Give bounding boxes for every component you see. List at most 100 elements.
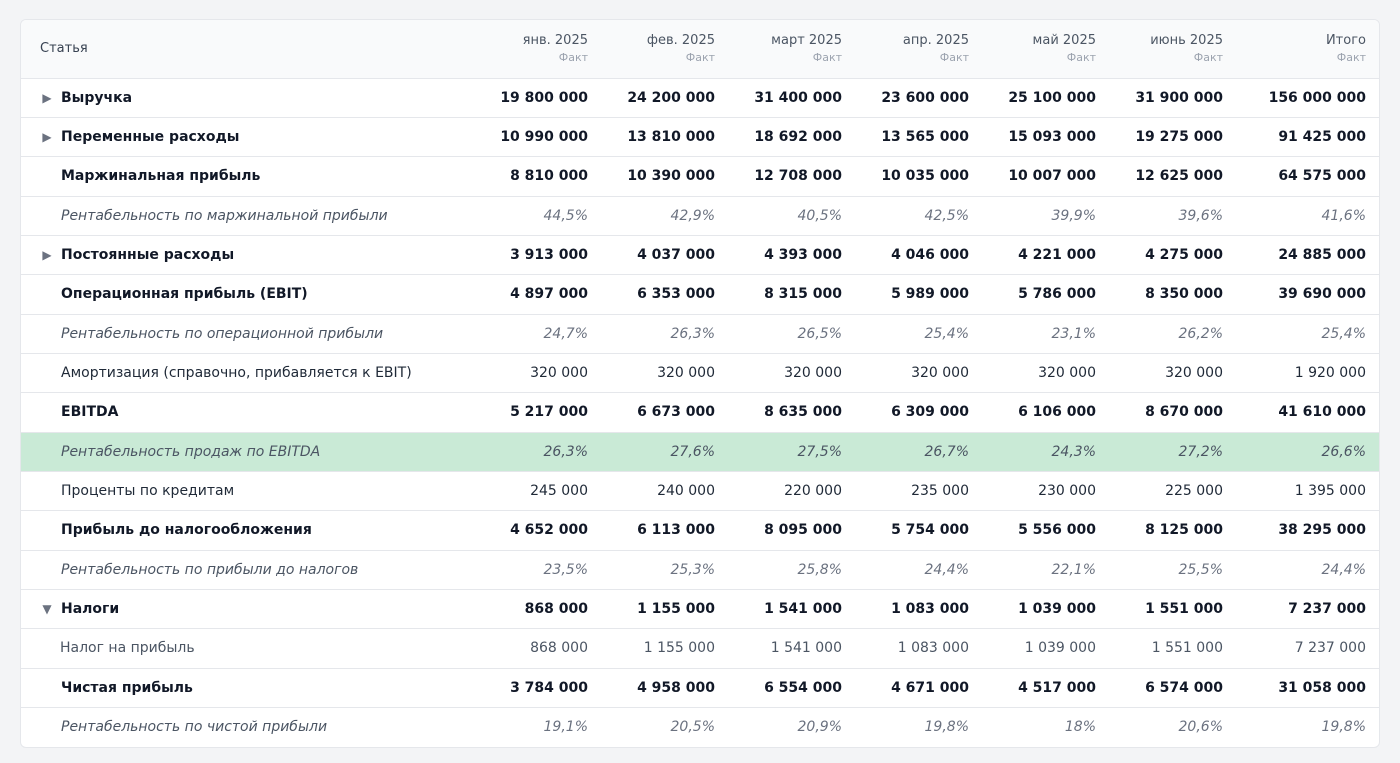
fact-label: Факт [812,50,842,64]
table-cell: 1 551 000 [1151,640,1223,657]
table-cell: 4 652 000 [510,522,588,539]
table-cell: 31 400 000 [754,89,842,106]
row-label-text: Переменные расходы [61,129,240,146]
table-cell: 5 556 000 [1018,522,1096,539]
table-cell: 4 897 000 [510,286,588,303]
table-row-revenue[interactable]: ▶ Выручка 19 800 000 24 200 000 31 400 00… [21,78,1379,118]
column-header-total[interactable]: Итого Факт [1238,20,1379,78]
row-label: ▼ Налоги [21,589,476,628]
table-cell: 19,1% [543,719,588,736]
fact-label: Факт [1193,50,1223,64]
table-cell: 25,8% [797,561,842,578]
table-cell-total: 26,6% [1321,443,1366,460]
table-row-depreciation: Амортизация (справочно, прибавляется к E… [21,353,1379,393]
row-label: Операционная прибыль (EBIT) [61,286,308,303]
month-label: июнь 2025 [1150,32,1223,48]
column-header-jan[interactable]: янв. 2025 Факт [476,20,603,78]
row-label: Рентабельность по чистой прибыли [61,719,328,736]
table-row-pretax-margin: Рентабельность по прибыли до налогов 23,… [21,550,1379,590]
month-label: янв. 2025 [522,32,588,48]
table-cell: 27,6% [670,443,715,460]
table-cell: 23 600 000 [881,89,969,106]
table-cell: 1 083 000 [891,601,969,618]
fact-label: Факт [1336,50,1366,64]
pnl-table: Статья янв. 2025 Факт фев. 2025 Факт март … [21,20,1379,747]
table-cell: 24,4% [924,561,969,578]
table-cell: 25,4% [924,325,969,342]
collapse-icon[interactable]: ▼ [41,602,53,616]
table-cell: 18% [1064,719,1096,736]
column-header-jun[interactable]: июнь 2025 Факт [1111,20,1238,78]
table-cell: 8 315 000 [764,286,842,303]
table-cell-total: 25,4% [1321,325,1366,342]
table-cell: 12 625 000 [1135,168,1223,185]
table-cell: 225 000 [1165,483,1223,500]
table-cell: 24 200 000 [627,89,715,106]
table-cell: 3 913 000 [510,247,588,264]
table-cell: 235 000 [911,483,969,500]
table-cell: 245 000 [530,483,588,500]
row-label-text: Выручка [61,89,133,106]
table-cell: 19 275 000 [1135,129,1223,146]
table-row-variable-costs[interactable]: ▶ Переменные расходы 10 990 000 13 810 00… [21,117,1379,157]
table-cell: 26,2% [1178,325,1223,342]
expand-icon[interactable]: ▶ [41,248,53,262]
table-row-ebitda-margin[interactable]: Рентабельность продаж по EBITDA 26,3% 27… [21,432,1379,472]
column-header-mar[interactable]: март 2025 Факт [730,20,857,78]
table-cell: 42,9% [670,207,715,224]
table-cell: 13 565 000 [881,129,969,146]
table-cell: 4 046 000 [891,247,969,264]
table-cell: 4 671 000 [891,679,969,696]
expand-icon[interactable]: ▶ [41,130,53,144]
expand-icon[interactable]: ▶ [41,91,53,105]
table-cell: 10 390 000 [627,168,715,185]
table-cell: 24,3% [1051,443,1096,460]
table-cell: 320 000 [1038,365,1096,382]
table-cell: 3 784 000 [510,679,588,696]
table-cell: 23,5% [543,561,588,578]
table-cell: 5 989 000 [891,286,969,303]
table-cell-total: 41,6% [1321,207,1366,224]
table-cell-total: 1 920 000 [1294,365,1366,382]
table-cell: 44,5% [543,207,588,224]
table-cell: 8 635 000 [764,404,842,421]
table-cell: 13 810 000 [627,129,715,146]
row-label-text: Налоги [61,601,120,618]
table-cell-total: 39 690 000 [1278,286,1366,303]
table-cell: 26,7% [924,443,969,460]
table-cell: 320 000 [1165,365,1223,382]
row-label: Амортизация (справочно, прибавляется к E… [61,365,412,382]
table-cell-total: 24 885 000 [1278,247,1366,264]
table-cell: 19,8% [924,719,969,736]
table-cell: 6 113 000 [637,522,715,539]
table-cell: 4 037 000 [637,247,715,264]
table-cell: 8 095 000 [764,522,842,539]
table-cell: 5 217 000 [510,404,588,421]
table-cell-total: 91 425 000 [1278,129,1366,146]
table-row-fixed-costs[interactable]: ▶ Постоянные расходы 3 913 000 4 037 000 … [21,235,1379,275]
table-cell: 20,9% [797,719,842,736]
table-cell: 4 221 000 [1018,247,1096,264]
table-cell: 24,7% [543,325,588,342]
table-cell: 868 000 [530,640,588,657]
row-label: ▶ Выручка [21,78,476,117]
table-cell: 320 000 [530,365,588,382]
table-cell: 12 708 000 [754,168,842,185]
table-cell: 1 541 000 [770,640,842,657]
table-cell: 42,5% [924,207,969,224]
table-cell: 1 155 000 [637,601,715,618]
table-row-net-margin: Рентабельность по чистой прибыли 19,1% 2… [21,708,1379,747]
table-cell-total: 31 058 000 [1278,679,1366,696]
month-label: Итого [1325,32,1366,48]
table-cell-total: 156 000 000 [1268,89,1366,106]
column-header-feb[interactable]: фев. 2025 Факт [603,20,730,78]
column-header-may[interactable]: май 2025 Факт [984,20,1111,78]
table-cell: 6 673 000 [637,404,715,421]
table-row-profit-before-tax: Прибыль до налогообложения 4 652 000 6 1… [21,511,1379,551]
table-cell: 4 275 000 [1145,247,1223,264]
column-header-apr[interactable]: апр. 2025 Факт [857,20,984,78]
table-row-taxes[interactable]: ▼ Налоги 868 000 1 155 000 1 541 000 1 08… [21,589,1379,629]
table-cell: 27,2% [1178,443,1223,460]
table-cell: 26,5% [797,325,842,342]
table-cell: 1 155 000 [643,640,715,657]
